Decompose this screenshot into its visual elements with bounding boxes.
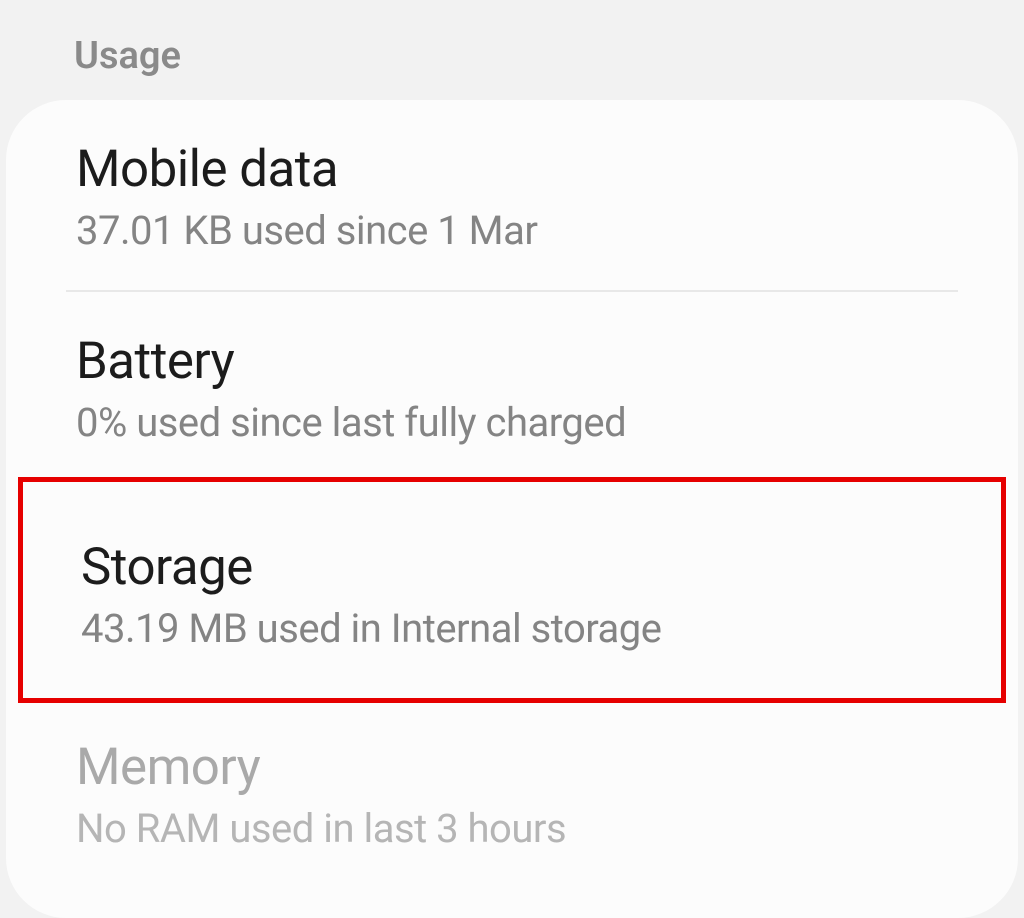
storage-highlight: Storage 43.19 MB used in Internal storag… [18, 477, 1006, 703]
memory-item[interactable]: Memory No RAM used in last 3 hours [6, 698, 1018, 888]
mobile-data-subtitle: 37.01 KB used since 1 Mar [76, 207, 948, 254]
battery-subtitle: 0% used since last fully charged [76, 399, 948, 446]
storage-subtitle: 43.19 MB used in Internal storage [81, 605, 943, 652]
section-header-usage: Usage [0, 0, 1024, 100]
battery-title: Battery [76, 332, 948, 391]
memory-title: Memory [76, 738, 948, 797]
storage-title: Storage [81, 538, 943, 597]
memory-subtitle: No RAM used in last 3 hours [76, 805, 948, 852]
storage-item[interactable]: Storage 43.19 MB used in Internal storag… [23, 482, 1001, 698]
battery-item[interactable]: Battery 0% used since last fully charged [6, 292, 1018, 482]
mobile-data-title: Mobile data [76, 140, 948, 199]
usage-card: Mobile data 37.01 KB used since 1 Mar Ba… [6, 100, 1018, 918]
mobile-data-item[interactable]: Mobile data 37.01 KB used since 1 Mar [6, 100, 1018, 290]
